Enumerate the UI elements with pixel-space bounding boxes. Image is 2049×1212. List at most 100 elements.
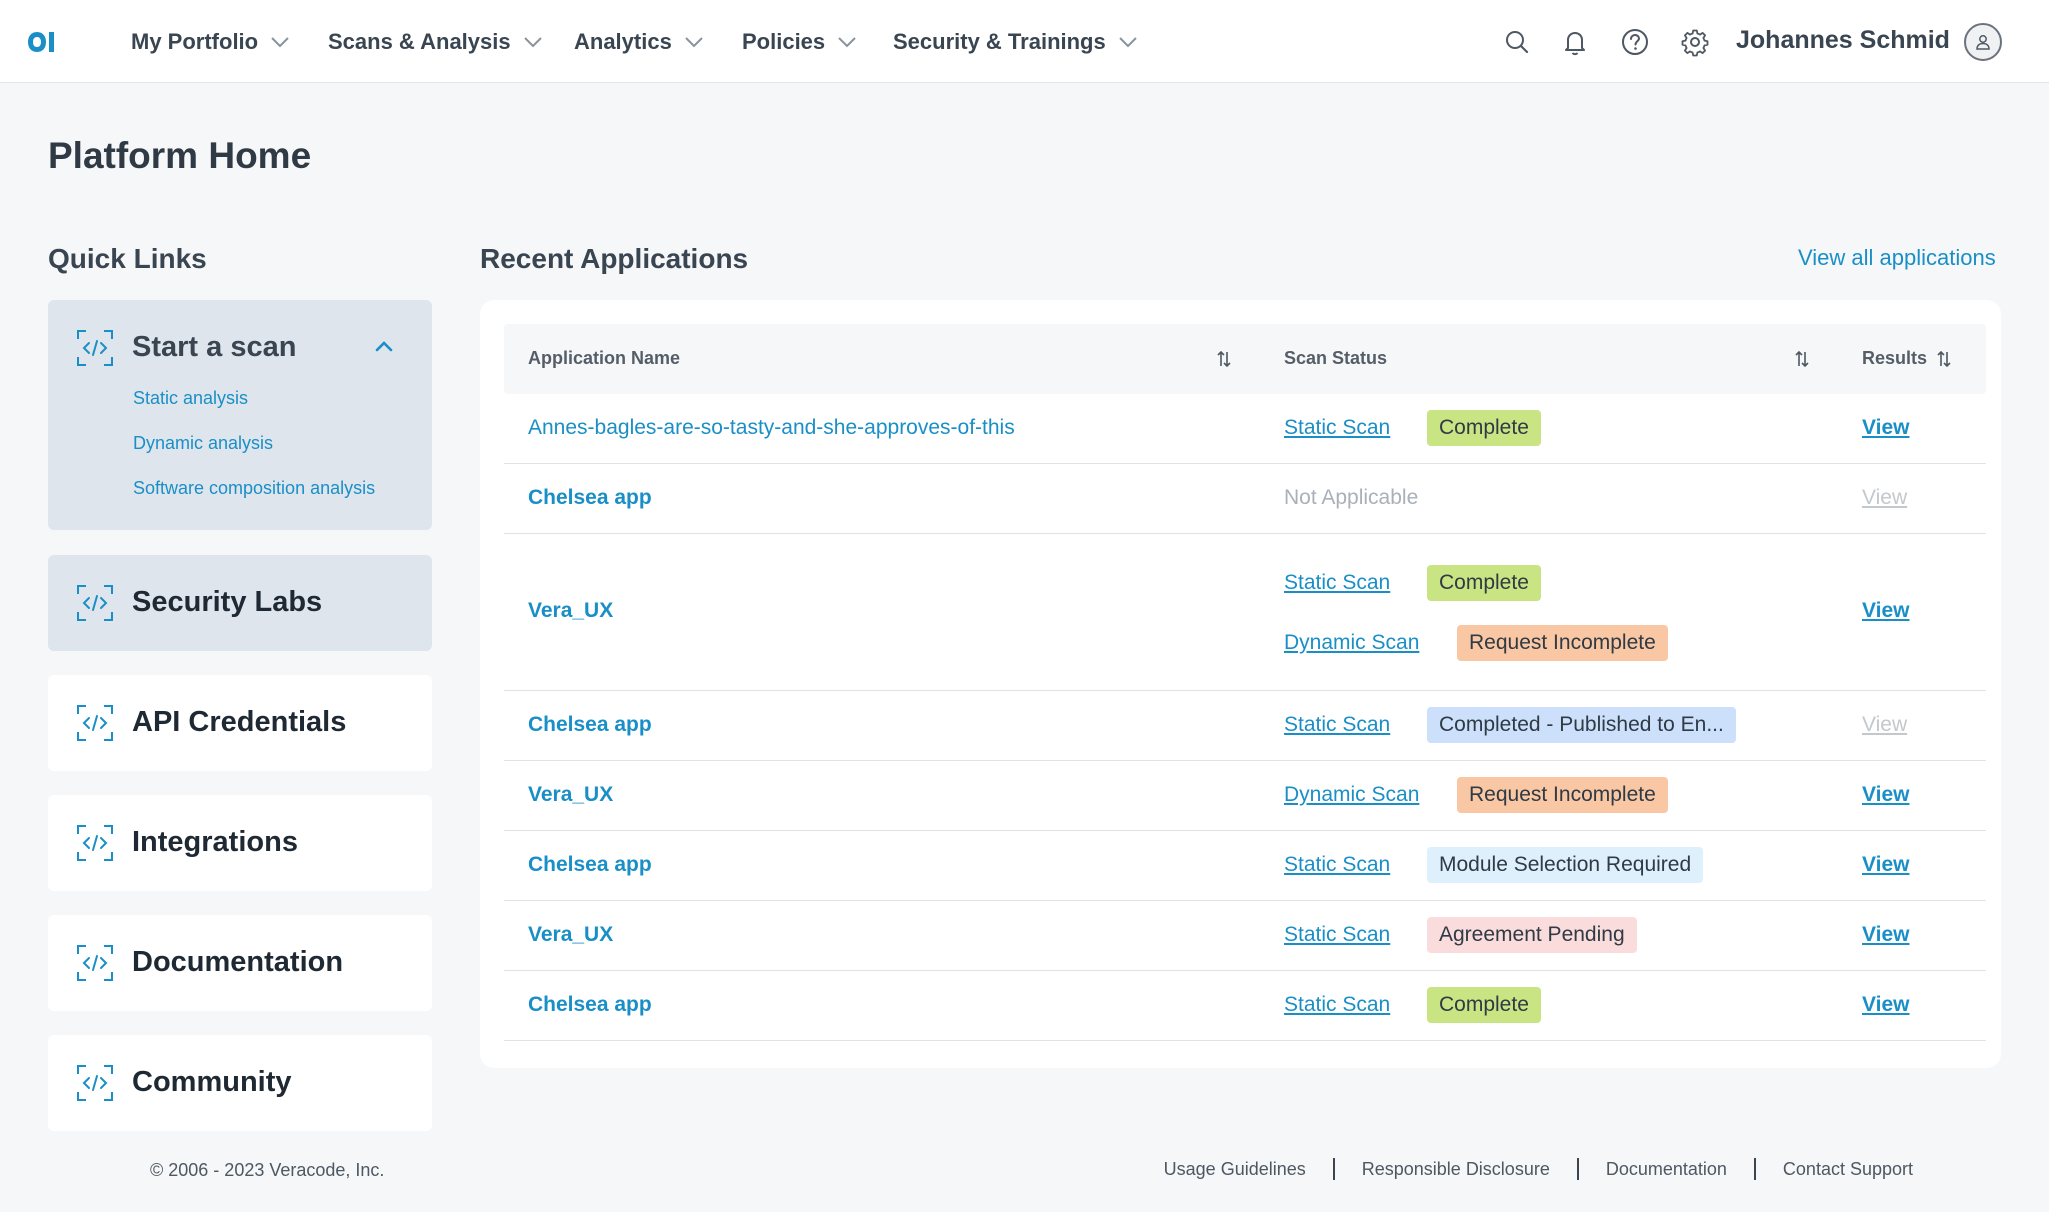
footer-links: Usage Guidelines Responsible Disclosure … bbox=[1164, 1158, 1913, 1180]
nav-label: My Portfolio bbox=[131, 29, 259, 54]
nav-label: Security & Trainings bbox=[893, 29, 1106, 54]
scan-type-link[interactable]: Dynamic Scan bbox=[1284, 631, 1419, 655]
recent-applications-table: Application Name Scan Status Results Ann… bbox=[480, 300, 2001, 1068]
status-badge: Complete bbox=[1427, 565, 1541, 601]
code-scan-icon bbox=[77, 945, 113, 981]
quick-link-label: Start a scan bbox=[132, 331, 297, 363]
nav-scans-analysis[interactable]: Scans & Analysis bbox=[328, 26, 543, 58]
avatar[interactable] bbox=[1964, 23, 2002, 61]
chevron-up-icon[interactable] bbox=[373, 335, 395, 357]
nav-policies[interactable]: Policies bbox=[742, 26, 857, 58]
nav-my-portfolio[interactable]: My Portfolio bbox=[131, 26, 290, 58]
application-name-link[interactable]: Chelsea app bbox=[528, 993, 652, 1017]
application-name-link[interactable]: Vera_UX bbox=[528, 783, 613, 807]
bell-icon[interactable] bbox=[1560, 27, 1590, 57]
table-row: Annes-bagles-are-so-tasty-and-she-approv… bbox=[504, 394, 1986, 464]
quick-link-start-scan[interactable]: Start a scan Static analysis Dynamic ana… bbox=[48, 300, 432, 530]
nav-security-trainings[interactable]: Security & Trainings bbox=[893, 26, 1138, 58]
quick-links-title: Quick Links bbox=[48, 243, 207, 274]
status-badge: Complete bbox=[1427, 410, 1541, 446]
user-name[interactable]: Johannes Schmid bbox=[1736, 26, 1950, 55]
view-results-link-disabled: View bbox=[1862, 713, 1908, 736]
sort-icon[interactable] bbox=[1216, 348, 1232, 370]
column-header-results[interactable]: Results bbox=[1862, 348, 1927, 369]
view-results-link[interactable]: View bbox=[1862, 993, 1909, 1017]
code-scan-icon bbox=[77, 585, 113, 621]
application-name-link[interactable]: Chelsea app bbox=[528, 713, 652, 737]
application-name-link[interactable]: Vera_UX bbox=[528, 923, 613, 947]
table-row: Chelsea app Static Scan Module Selection… bbox=[504, 831, 1986, 901]
nav-label: Scans & Analysis bbox=[328, 29, 511, 54]
table-row: Chelsea app Static Scan Completed - Publ… bbox=[504, 691, 1986, 761]
application-name-link[interactable]: Annes-bagles-are-so-tasty-and-she-approv… bbox=[528, 416, 1015, 440]
quick-link-community[interactable]: Community bbox=[48, 1035, 432, 1131]
scan-type-link[interactable]: Static Scan bbox=[1284, 571, 1390, 595]
scan-type-link[interactable]: Static Scan bbox=[1284, 923, 1390, 947]
scan-type-link[interactable]: Dynamic Scan bbox=[1284, 783, 1419, 807]
footer-divider bbox=[1332, 1158, 1335, 1180]
status-badge: Completed - Published to En... bbox=[1427, 707, 1736, 743]
software-composition-analysis-link[interactable]: Software composition analysis bbox=[133, 478, 375, 499]
table-row: Vera_UX Dynamic Scan Request Incomplete … bbox=[504, 761, 1986, 831]
footer-divider bbox=[1576, 1158, 1579, 1180]
quick-link-integrations[interactable]: Integrations bbox=[48, 795, 432, 891]
search-icon[interactable] bbox=[1502, 27, 1532, 57]
status-badge: Agreement Pending bbox=[1427, 917, 1637, 953]
code-scan-icon bbox=[77, 825, 113, 861]
scan-status-not-applicable: Not Applicable bbox=[1284, 486, 1419, 509]
sort-icon[interactable] bbox=[1936, 348, 1952, 370]
quick-link-label: API Credentials bbox=[132, 706, 347, 738]
column-header-application-name[interactable]: Application Name bbox=[528, 348, 680, 369]
quick-link-api-credentials[interactable]: API Credentials bbox=[48, 675, 432, 771]
quick-link-label: Community bbox=[132, 1066, 292, 1098]
footer-divider bbox=[1753, 1158, 1756, 1180]
view-results-link[interactable]: View bbox=[1862, 923, 1909, 947]
view-results-link-disabled: View bbox=[1862, 486, 1908, 509]
table-row: Chelsea app Static Scan Complete View bbox=[504, 971, 1986, 1041]
chevron-down-icon bbox=[271, 37, 289, 48]
status-badge: Request Incomplete bbox=[1457, 625, 1668, 661]
footer-link-responsible-disclosure[interactable]: Responsible Disclosure bbox=[1362, 1159, 1550, 1180]
application-name-link[interactable]: Vera_UX bbox=[528, 599, 613, 623]
chevron-down-icon bbox=[523, 37, 542, 48]
footer-link-usage-guidelines[interactable]: Usage Guidelines bbox=[1164, 1159, 1306, 1180]
nav-analytics[interactable]: Analytics bbox=[574, 26, 704, 58]
view-results-link[interactable]: View bbox=[1862, 783, 1909, 807]
table-row: Chelsea app Not Applicable View bbox=[504, 464, 1986, 534]
code-scan-icon bbox=[77, 330, 113, 366]
gear-icon[interactable] bbox=[1680, 27, 1710, 57]
veracode-logo[interactable] bbox=[26, 28, 58, 56]
nav-label: Policies bbox=[742, 29, 826, 54]
table-row: Vera_UX Static Scan Complete Dynamic Sca… bbox=[504, 534, 1986, 691]
static-analysis-link[interactable]: Static analysis bbox=[133, 388, 248, 409]
code-scan-icon bbox=[77, 1065, 113, 1101]
quick-link-security-labs[interactable]: Security Labs bbox=[48, 555, 432, 651]
nav-label: Analytics bbox=[574, 29, 672, 54]
chevron-down-icon bbox=[838, 37, 856, 48]
status-badge: Module Selection Required bbox=[1427, 847, 1704, 883]
table-header: Application Name Scan Status Results bbox=[504, 324, 1986, 394]
view-all-applications-link[interactable]: View all applications bbox=[1798, 245, 1996, 271]
column-header-scan-status[interactable]: Scan Status bbox=[1284, 348, 1387, 369]
scan-type-link[interactable]: Static Scan bbox=[1284, 993, 1390, 1017]
code-scan-icon bbox=[77, 705, 113, 741]
quick-link-documentation[interactable]: Documentation bbox=[48, 915, 432, 1011]
chevron-down-icon bbox=[685, 37, 703, 48]
view-results-link[interactable]: View bbox=[1862, 853, 1909, 877]
quick-link-label: Security Labs bbox=[132, 586, 323, 618]
scan-type-link[interactable]: Static Scan bbox=[1284, 853, 1390, 877]
quick-link-label: Integrations bbox=[132, 826, 298, 858]
dynamic-analysis-link[interactable]: Dynamic analysis bbox=[133, 433, 273, 454]
sort-icon[interactable] bbox=[1794, 348, 1810, 370]
footer-link-documentation[interactable]: Documentation bbox=[1606, 1159, 1727, 1180]
application-name-link[interactable]: Chelsea app bbox=[528, 853, 652, 877]
scan-type-link[interactable]: Static Scan bbox=[1284, 416, 1390, 440]
application-name-link[interactable]: Chelsea app bbox=[528, 486, 652, 510]
view-results-link[interactable]: View bbox=[1862, 599, 1909, 623]
footer-link-contact-support[interactable]: Contact Support bbox=[1783, 1159, 1913, 1180]
table-row: Vera_UX Static Scan Agreement Pending Vi… bbox=[504, 901, 1986, 971]
copyright-text: © 2006 - 2023 Veracode, Inc. bbox=[150, 1160, 385, 1180]
view-results-link[interactable]: View bbox=[1862, 416, 1909, 440]
scan-type-link[interactable]: Static Scan bbox=[1284, 713, 1390, 737]
help-icon[interactable] bbox=[1620, 27, 1650, 57]
